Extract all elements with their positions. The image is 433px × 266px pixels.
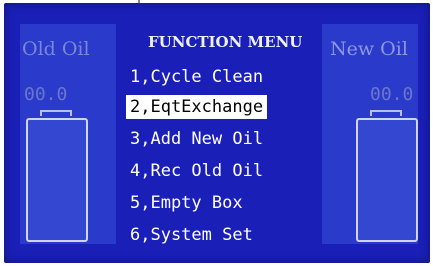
- old-oil-tank-icon: [26, 118, 88, 242]
- menu-title: FUNCTION MENU: [148, 33, 303, 51]
- menu-item-system-set[interactable]: 6,System Set: [126, 223, 257, 247]
- lcd-screen: Old Oil 00.0 FUNCTION MENU 1,Cycle Clean…: [4, 3, 430, 263]
- old-oil-tank-cap: [40, 110, 72, 116]
- menu-item-add-new-oil[interactable]: 3,Add New Oil: [126, 127, 267, 151]
- menu-item-cycle-clean[interactable]: 1,Cycle Clean: [126, 65, 267, 89]
- old-oil-title: Old Oil: [22, 38, 90, 60]
- new-oil-title: New Oil: [330, 38, 408, 60]
- old-oil-panel: Old Oil 00.0: [20, 24, 116, 244]
- new-oil-tank-cap: [370, 110, 402, 116]
- new-oil-tank-icon: [356, 118, 418, 242]
- menu-item-eqt-exchange[interactable]: 2,EqtExchange: [126, 95, 268, 119]
- menu-item-rec-old-oil[interactable]: 4,Rec Old Oil: [126, 159, 267, 183]
- device-bezel: Old Oil 00.0 FUNCTION MENU 1,Cycle Clean…: [0, 0, 433, 266]
- menu-item-empty-box[interactable]: 5,Empty Box: [126, 191, 247, 215]
- new-oil-value: 00.0: [370, 84, 414, 105]
- old-oil-value: 00.0: [24, 84, 68, 105]
- new-oil-panel: New Oil 00.0: [322, 24, 418, 244]
